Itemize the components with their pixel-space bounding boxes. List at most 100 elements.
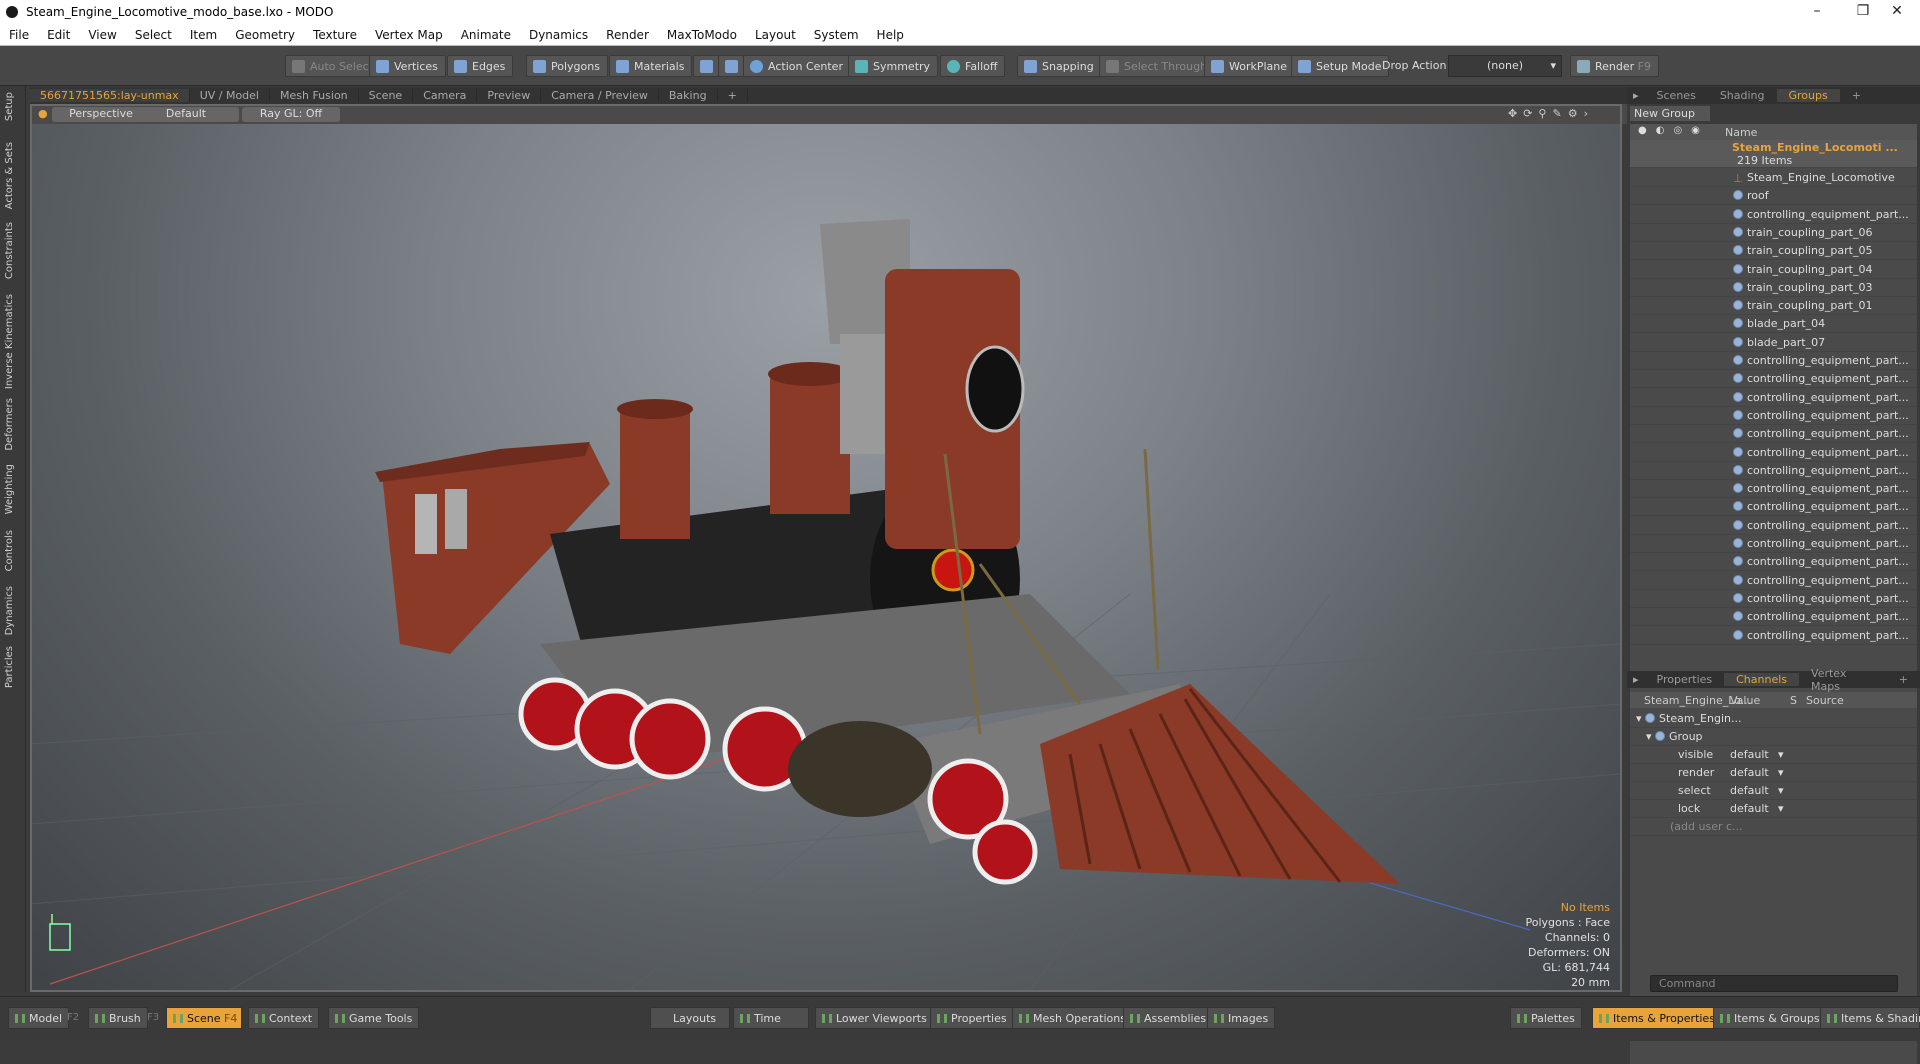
group-item-row[interactable]: controlling_equipment_part...: [1630, 627, 1917, 645]
selection-mode-2-button[interactable]: [718, 55, 744, 77]
images-button[interactable]: Images: [1207, 1007, 1276, 1029]
group-item-row[interactable]: train_coupling_part_05: [1630, 242, 1917, 261]
group-root-row[interactable]: Steam_Engine_Locomoti ... 219 Items: [1630, 140, 1917, 168]
model-layout-button[interactable]: Model: [8, 1007, 70, 1029]
group-item-row[interactable]: blade_part_07: [1630, 334, 1917, 352]
name-column-header[interactable]: Name: [1725, 126, 1757, 139]
tab-deformers[interactable]: Deformers: [4, 398, 15, 451]
game-tools-button[interactable]: Game Tools: [328, 1007, 420, 1029]
falloff-button[interactable]: Falloff: [940, 55, 1006, 77]
menu-edit[interactable]: Edit: [38, 28, 79, 42]
menu-layout[interactable]: Layout: [746, 28, 805, 42]
group-item-row[interactable]: controlling_equipment_part...: [1630, 444, 1917, 462]
select-through-button[interactable]: Select Through: [1099, 55, 1216, 77]
new-group-button[interactable]: New Group: [1630, 106, 1710, 121]
context-layout-button[interactable]: Context: [248, 1007, 320, 1029]
groups-tree[interactable]: Steam_Engine_Locomoti ... 219 Items ⊥ Ste…: [1630, 140, 1917, 748]
mesh-operations-button[interactable]: Mesh Operations: [1012, 1007, 1133, 1029]
channel-row[interactable]: render default ▾: [1630, 764, 1917, 782]
tab-inverse-kinematics[interactable]: Inverse Kinematics: [4, 294, 15, 389]
menu-animate[interactable]: Animate: [452, 28, 520, 42]
dropdown-arrow-icon[interactable]: ▾: [1778, 746, 1784, 764]
tab-constraints[interactable]: Constraints: [4, 222, 15, 279]
tab-weighting[interactable]: Weighting: [4, 464, 15, 514]
tab-mesh-fusion[interactable]: Mesh Fusion: [270, 89, 359, 102]
channel-row[interactable]: lock default ▾: [1630, 800, 1917, 818]
group-item-row[interactable]: train_coupling_part_03: [1630, 279, 1917, 297]
layouts-button[interactable]: Layouts: [650, 1007, 730, 1029]
tab-uv-model[interactable]: UV / Model: [190, 89, 270, 102]
group-item-row[interactable]: controlling_equipment_part...: [1630, 206, 1917, 224]
menu-help[interactable]: Help: [868, 28, 913, 42]
add-panel-tab-button[interactable]: +: [1887, 673, 1920, 686]
channel-value-dropdown[interactable]: default: [1730, 764, 1769, 782]
menu-maxtomodo[interactable]: MaxToModo: [658, 28, 746, 42]
auto-select-button[interactable]: Auto Select: [285, 55, 381, 77]
menu-view[interactable]: View: [79, 28, 125, 42]
tab-scene[interactable]: Scene: [359, 89, 414, 102]
selection-mode-button[interactable]: [693, 55, 719, 77]
tab-scenes[interactable]: Scenes: [1645, 89, 1708, 102]
source-header[interactable]: Source: [1806, 694, 1844, 707]
tab-preview[interactable]: Preview: [477, 89, 542, 102]
lower-viewports-button[interactable]: Lower Viewports: [815, 1007, 934, 1029]
menu-system[interactable]: System: [805, 28, 868, 42]
group-item-row[interactable]: controlling_equipment_part...: [1630, 389, 1917, 407]
tab-layout[interactable]: 56671751565:lay-unmax: [30, 89, 190, 102]
group-item-row[interactable]: controlling_equipment_part...: [1630, 407, 1917, 425]
dropdown-arrow-icon[interactable]: ▾: [1778, 782, 1784, 800]
tab-shading[interactable]: Shading: [1708, 89, 1777, 102]
s-header[interactable]: S: [1790, 694, 1797, 707]
items-properties-button[interactable]: Items & Properties: [1592, 1007, 1722, 1029]
group-item-row[interactable]: blade_part_04: [1630, 315, 1917, 334]
group-item-row[interactable]: controlling_equipment_part...: [1630, 352, 1917, 370]
channel-root-row[interactable]: ▾ Steam_Engin...: [1630, 710, 1917, 728]
group-item-row[interactable]: controlling_equipment_part...: [1630, 498, 1917, 517]
materials-button[interactable]: Materials: [609, 55, 693, 77]
channel-row[interactable]: select default ▾: [1630, 782, 1917, 800]
value-header[interactable]: Value: [1730, 694, 1760, 707]
tab-groups[interactable]: Groups: [1776, 89, 1840, 102]
setup-mode-button[interactable]: Setup Mode: [1291, 55, 1390, 77]
panel-menu-icon[interactable]: ▸: [1627, 89, 1645, 102]
panel-menu-icon[interactable]: ▸: [1627, 673, 1645, 686]
menu-select[interactable]: Select: [126, 28, 181, 42]
group-item-row[interactable]: controlling_equipment_part...: [1630, 572, 1917, 590]
3d-viewport[interactable]: No Items Polygons : Face Channels: 0 Def…: [30, 124, 1620, 990]
tab-particles[interactable]: Particles: [4, 646, 15, 688]
visibility-column-icons[interactable]: ●◐◎◉: [1638, 125, 1709, 136]
tab-camera[interactable]: Camera: [413, 89, 478, 102]
vertices-button[interactable]: Vertices: [369, 55, 446, 77]
close-icon[interactable]: ✕: [1874, 0, 1920, 24]
group-item-row[interactable]: ⊥ Steam_Engine_Locomotive: [1630, 169, 1917, 187]
palettes-button[interactable]: Palettes: [1510, 1007, 1582, 1029]
tab-channels[interactable]: Channels: [1724, 673, 1800, 686]
tab-camera-preview[interactable]: Camera / Preview: [541, 89, 659, 102]
brush-layout-button[interactable]: Brush: [88, 1007, 148, 1029]
group-item-row[interactable]: controlling_equipment_part...: [1630, 590, 1917, 608]
viewport-nav-icons[interactable]: ✥⟳⚲✎⚙›: [1508, 107, 1594, 120]
time-button[interactable]: Time: [733, 1007, 809, 1029]
group-item-row[interactable]: roof: [1630, 187, 1917, 206]
tab-controls[interactable]: Controls: [4, 530, 15, 571]
group-item-row[interactable]: controlling_equipment_part...: [1630, 608, 1917, 627]
tab-properties[interactable]: Properties: [1645, 673, 1725, 686]
group-item-row[interactable]: train_coupling_part_04: [1630, 261, 1917, 279]
tab-baking[interactable]: Baking: [659, 89, 718, 102]
polygons-button[interactable]: Polygons: [526, 55, 608, 77]
group-item-row[interactable]: train_coupling_part_06: [1630, 224, 1917, 242]
group-item-row[interactable]: controlling_equipment_part...: [1630, 535, 1917, 553]
group-item-row[interactable]: controlling_equipment_part...: [1630, 517, 1917, 535]
viewport-menu-icon[interactable]: ●: [38, 107, 48, 120]
tab-setup[interactable]: Setup: [4, 92, 15, 121]
add-tab-button[interactable]: +: [718, 89, 748, 102]
items-groups-button[interactable]: Items & Groups: [1713, 1007, 1827, 1029]
menu-item[interactable]: Item: [181, 28, 226, 42]
channel-group-row[interactable]: ▾ Group: [1630, 728, 1917, 746]
render-button[interactable]: Render F9: [1570, 55, 1659, 77]
menu-file[interactable]: File: [0, 28, 38, 42]
add-user-channel-row[interactable]: (add user c...: [1630, 818, 1917, 836]
group-item-row[interactable]: controlling_equipment_part...: [1630, 553, 1917, 572]
channel-value-dropdown[interactable]: default: [1730, 800, 1769, 818]
menu-render[interactable]: Render: [597, 28, 658, 42]
